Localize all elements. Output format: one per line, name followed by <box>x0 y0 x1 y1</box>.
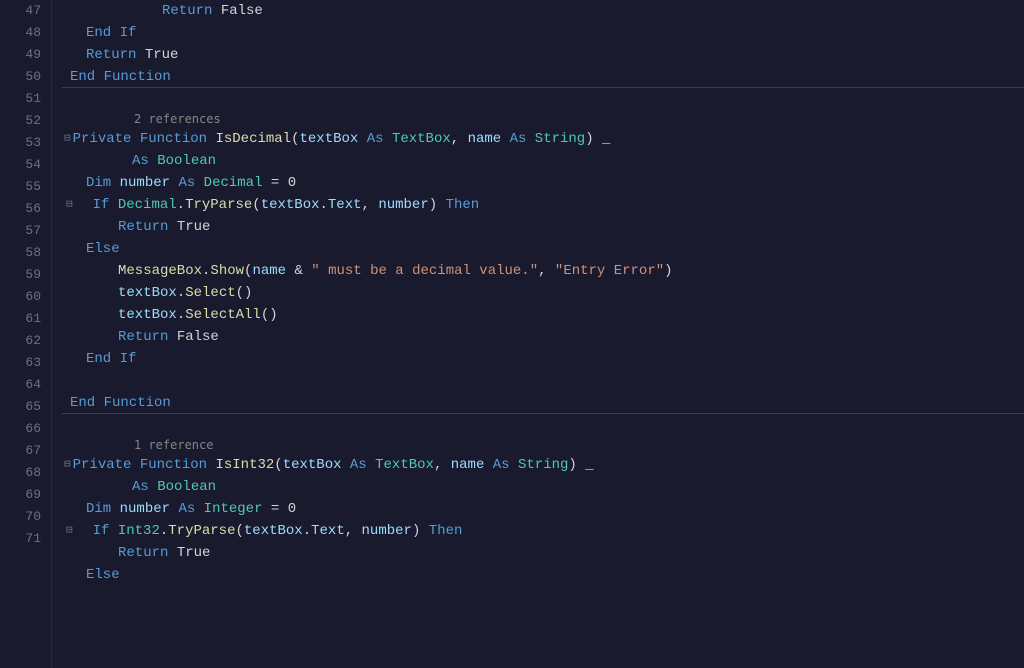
line-num-58: 58 <box>0 242 51 264</box>
code-line-48: End If <box>62 22 1024 44</box>
line-num-62: 62 <box>0 330 51 352</box>
code-line-57: Else <box>62 238 1024 260</box>
code-content: Return False End If Return True End Func… <box>52 0 1024 668</box>
code-line-62: End If <box>62 348 1024 370</box>
fold-button-66[interactable]: ⊟ <box>64 454 71 476</box>
line-num-48: 48 <box>0 22 51 44</box>
line-num-50: 50 <box>0 66 51 88</box>
code-editor: 47 48 49 50 51 52 53 54 55 56 57 58 59 6… <box>0 0 1024 668</box>
ref-label-52: 2 references <box>62 110 1024 128</box>
ref-label-66: 1 reference <box>62 436 1024 454</box>
code-line-56: Return True <box>62 216 1024 238</box>
code-line-66: ⊟ Private Function IsInt32 ( textBox As … <box>62 454 1024 476</box>
line-num-66: 66 <box>0 418 51 440</box>
code-line-53: As Boolean <box>62 150 1024 172</box>
fold-button-52[interactable]: ⊟ <box>64 128 71 150</box>
line-num-70: 70 <box>0 506 51 528</box>
line-numbers: 47 48 49 50 51 52 53 54 55 56 57 58 59 6… <box>0 0 52 668</box>
code-line-63 <box>62 370 1024 392</box>
line-num-54: 54 <box>0 154 51 176</box>
code-line-49: Return True <box>62 44 1024 66</box>
code-line-71: Else <box>62 564 1024 586</box>
line-num-57: 57 <box>0 220 51 242</box>
code-line-67: As Boolean <box>62 476 1024 498</box>
line-num-51: 51 <box>0 88 51 110</box>
code-line-68: Dim number As Integer = 0 <box>62 498 1024 520</box>
line-num-52: 52 <box>0 110 51 132</box>
line-num-65: 65 <box>0 396 51 418</box>
code-line-50: End Function <box>62 66 1024 88</box>
line-num-55: 55 <box>0 176 51 198</box>
code-line-61: Return False <box>62 326 1024 348</box>
line-num-53: 53 <box>0 132 51 154</box>
line-num-69: 69 <box>0 484 51 506</box>
code-line-69: ⊟ If Int32 . TryParse ( textBox . Text ,… <box>62 520 1024 542</box>
code-line-52: ⊟ Private Function IsDecimal ( textBox A… <box>62 128 1024 150</box>
code-line-58: MessageBox . Show ( name & " must be a d… <box>62 260 1024 282</box>
line-num-47: 47 <box>0 0 51 22</box>
code-line-60: textBox . SelectAll () <box>62 304 1024 326</box>
line-num-61: 61 <box>0 308 51 330</box>
code-line-47: Return False <box>62 0 1024 22</box>
code-line-64: End Function <box>62 392 1024 414</box>
code-line-51 <box>62 88 1024 110</box>
fold-button-69[interactable]: ⊟ <box>66 520 73 542</box>
code-line-55: ⊟ If Decimal . TryParse ( textBox . Text… <box>62 194 1024 216</box>
line-num-49: 49 <box>0 44 51 66</box>
line-num-63: 63 <box>0 352 51 374</box>
line-num-71: 71 <box>0 528 51 550</box>
code-line-54: Dim number As Decimal = 0 <box>62 172 1024 194</box>
line-num-64: 64 <box>0 374 51 396</box>
line-num-67: 67 <box>0 440 51 462</box>
line-num-59: 59 <box>0 264 51 286</box>
code-line-59: textBox . Select () <box>62 282 1024 304</box>
line-num-68: 68 <box>0 462 51 484</box>
line-num-60: 60 <box>0 286 51 308</box>
line-num-56: 56 <box>0 198 51 220</box>
fold-button-55[interactable]: ⊟ <box>66 194 73 216</box>
code-line-70: Return True <box>62 542 1024 564</box>
code-line-65 <box>62 414 1024 436</box>
